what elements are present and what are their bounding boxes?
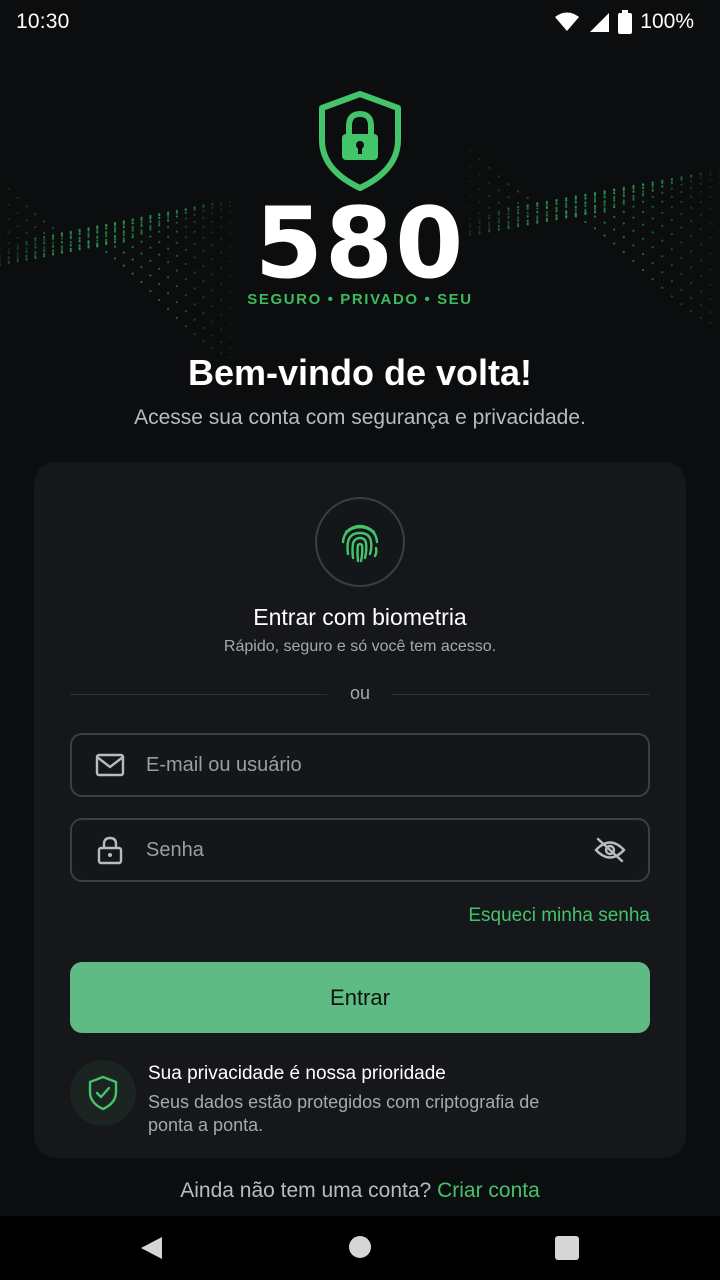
signup-row: Ainda não tem uma conta? Criar conta (0, 1179, 720, 1203)
home-icon[interactable] (349, 1236, 371, 1258)
signal-icon (590, 13, 610, 32)
recents-icon[interactable] (555, 1236, 579, 1260)
biometric-login-button[interactable] (315, 497, 405, 587)
password-placeholder: Senha (146, 838, 204, 861)
create-account-link[interactable]: Criar conta (437, 1179, 540, 1202)
login-card: Entrar com biometria Rápido, seguro e só… (34, 462, 686, 1158)
status-time: 10:30 (16, 10, 70, 33)
wifi-icon (555, 12, 580, 31)
welcome-subtitle: Acesse sua conta com segurança e privaci… (134, 406, 586, 429)
biometric-title: Entrar com biometria (253, 604, 467, 630)
signup-prompt: Ainda não tem uma conta? (180, 1179, 432, 1202)
navigation-bar (0, 1216, 720, 1280)
battery-percentage: 100% (640, 10, 694, 33)
password-field[interactable]: Senha (70, 818, 650, 882)
mail-icon (94, 751, 126, 779)
back-icon[interactable] (138, 1235, 164, 1261)
fingerprint-icon (341, 524, 379, 563)
logo-number: 580 (254, 187, 466, 301)
biometric-subtitle: Rápido, seguro e só você tem acesso. (223, 638, 497, 655)
status-icons: 100% (554, 10, 694, 34)
privacy-description: Seus dados estão protegidos com criptogr… (148, 1092, 540, 1135)
divider-right (392, 694, 650, 695)
forgot-password-link[interactable]: Esqueci minha senha (468, 905, 650, 927)
login-button[interactable]: Entrar (70, 962, 650, 1033)
privacy-title: Sua privacidade é nossa prioridade (148, 1063, 446, 1084)
lock-icon (94, 836, 126, 865)
battery-icon (618, 10, 633, 34)
shield-check-icon (88, 1075, 118, 1111)
shield-lock-icon (319, 91, 401, 191)
privacy-badge (70, 1060, 136, 1126)
welcome-title: Bem-vindo de volta! (187, 352, 533, 393)
email-field[interactable]: E-mail ou usuário (70, 733, 650, 797)
email-placeholder: E-mail ou usuário (146, 753, 302, 776)
logo-tagline: SEGURO • PRIVADO • SEU (247, 291, 473, 308)
status-bar: 10:30 100% (0, 0, 720, 44)
eye-off-icon[interactable] (592, 832, 628, 868)
